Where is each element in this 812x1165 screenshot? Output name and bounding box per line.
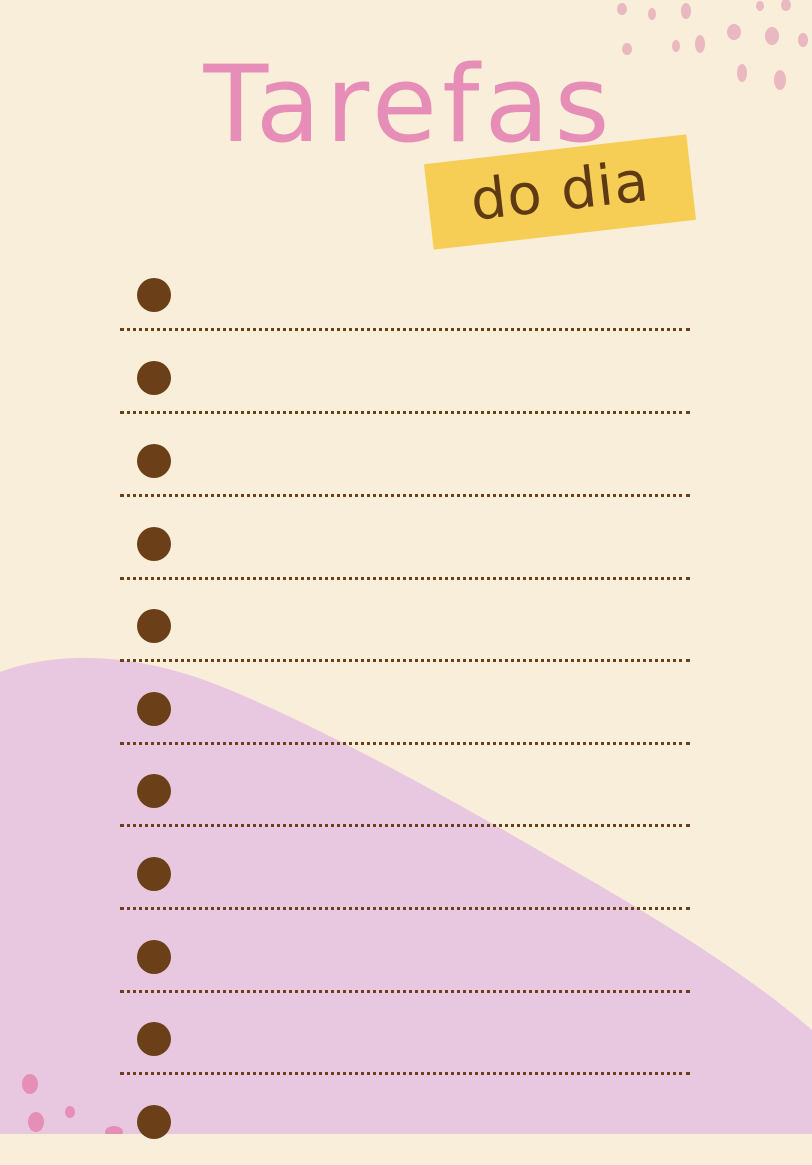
task-line (120, 1072, 690, 1075)
task-item (120, 609, 690, 669)
task-line (120, 907, 690, 910)
task-line (120, 577, 690, 580)
task-item (120, 278, 690, 338)
bullet-icon (137, 609, 171, 643)
bullet-icon (137, 361, 171, 395)
task-item (120, 361, 690, 421)
task-line (120, 328, 690, 331)
task-item (120, 1022, 690, 1082)
task-line (120, 742, 690, 745)
bullet-icon (137, 774, 171, 808)
task-item (120, 1105, 690, 1165)
bullet-icon (137, 692, 171, 726)
task-line (120, 494, 690, 497)
task-item (120, 444, 690, 504)
bullet-icon (137, 444, 171, 478)
task-item (120, 527, 690, 587)
bullet-icon (137, 940, 171, 974)
task-item (120, 692, 690, 752)
bullet-icon (137, 857, 171, 891)
bullet-icon (137, 278, 171, 312)
task-item (120, 857, 690, 917)
task-item (120, 940, 690, 1000)
bullet-icon (137, 527, 171, 561)
task-line (120, 411, 690, 414)
bullet-icon (137, 1022, 171, 1056)
task-line (120, 659, 690, 662)
task-item (120, 774, 690, 834)
task-list (0, 0, 812, 1139)
task-line (120, 824, 690, 827)
task-line (120, 990, 690, 993)
